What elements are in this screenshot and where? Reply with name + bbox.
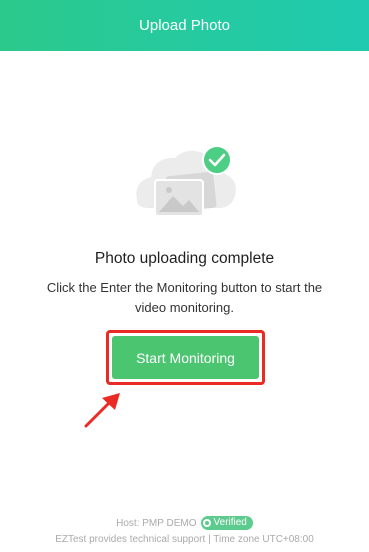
start-monitoring-button[interactable]: Start Monitoring xyxy=(112,336,259,379)
footer-host: Host: PMP DEMO Verified xyxy=(0,516,369,530)
page-header: Upload Photo xyxy=(0,0,369,51)
footer-support: EZTest provides technical support | Time… xyxy=(55,534,314,545)
upload-complete-illustration xyxy=(0,130,369,230)
page-title: Upload Photo xyxy=(139,17,230,34)
host-label: Host: PMP DEMO xyxy=(116,517,197,529)
status-description: Click the Enter the Monitoring button to… xyxy=(46,280,323,315)
verified-check-icon xyxy=(202,519,211,527)
status-title: Photo uploading complete xyxy=(94,250,275,267)
red-arrow-icon xyxy=(84,393,120,428)
verified-label: Verified xyxy=(213,517,247,528)
check-circle-icon xyxy=(201,145,232,175)
verified-badge: Verified xyxy=(200,516,253,530)
